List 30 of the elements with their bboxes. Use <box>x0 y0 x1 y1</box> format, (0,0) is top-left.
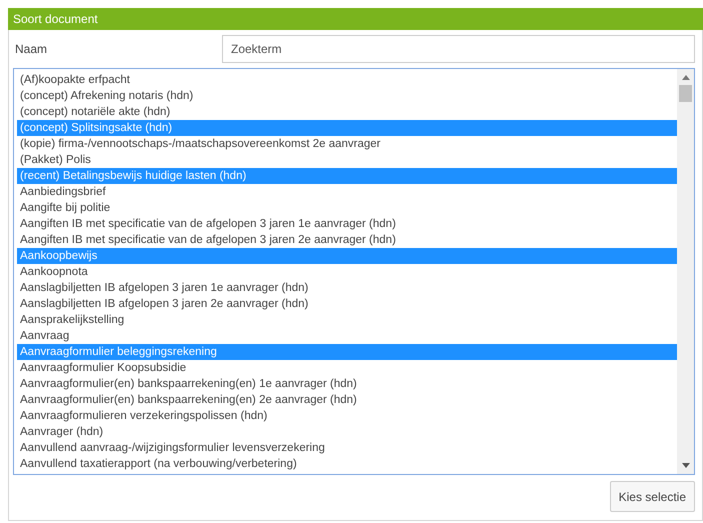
list-item[interactable]: Aanvrager (hdn) <box>17 424 677 440</box>
list-item[interactable]: Aanvullend taxatierapport (na verbouwing/verbetering) <box>17 456 677 472</box>
list-item[interactable]: Aanvraag <box>17 328 677 344</box>
list-item[interactable]: Aangifte bij politie <box>17 200 677 216</box>
list-item[interactable]: (Af)koopakte erfpacht <box>17 72 677 88</box>
document-list[interactable] <box>13 68 695 475</box>
field-label: Naam <box>14 42 48 56</box>
panel-title: Soort document <box>8 8 703 30</box>
list-item[interactable]: Aansprakelijkstelling <box>17 312 677 328</box>
list-item[interactable]: Aanvraagformulier(en) bankspaarrekening(en) 2e aanvrager (hdn) <box>17 392 677 408</box>
list-item[interactable]: Aanslagbiljetten IB afgelopen 3 jaren 1e aanvrager (hdn) <box>17 280 677 296</box>
select-button[interactable]: Kies selectie <box>610 481 695 512</box>
scrollbar[interactable] <box>677 69 694 474</box>
search-field[interactable]: Zoekterm <box>222 35 695 63</box>
list-item[interactable]: (Pakket) Polis <box>17 152 677 168</box>
list-item[interactable]: Aanbiedingsbrief <box>17 184 677 200</box>
list-item[interactable]: (kopie) firma-/vennootschaps-/maatschapsovereenkomst 2e aanvrager <box>17 136 677 152</box>
list-item[interactable]: Aankoopnota <box>17 264 677 280</box>
list-item[interactable]: Aanvullend aanvraag-/wijzigingsformulier levensverzekering <box>17 440 677 456</box>
scroll-thumb[interactable] <box>679 85 692 102</box>
scroll-up-icon[interactable] <box>682 75 690 80</box>
list-item[interactable]: Aanvraagformulier(en) bankspaarrekening(en) 1e aanvrager (hdn) <box>17 376 677 392</box>
list-item[interactable]: Aanslagbiljetten IB afgelopen 3 jaren 2e aanvrager (hdn) <box>17 296 677 312</box>
list-item[interactable]: Aangiften IB met specificatie van de afgelopen 3 jaren 1e aanvrager (hdn) <box>17 216 677 232</box>
list-item[interactable]: Aanvraagformulieren verzekeringspolissen (hdn) <box>17 408 677 424</box>
list-item[interactable]: Aangiften IB met specificatie van de afgelopen 3 jaren 2e aanvrager (hdn) <box>17 232 677 248</box>
list-item[interactable]: (concept) notariële akte (hdn) <box>17 104 677 120</box>
list-item[interactable]: Aanvraagformulier Koopsubsidie <box>17 360 677 376</box>
list-item[interactable]: (concept) Afrekening notaris (hdn) <box>17 88 677 104</box>
scroll-down-icon[interactable] <box>682 463 690 468</box>
